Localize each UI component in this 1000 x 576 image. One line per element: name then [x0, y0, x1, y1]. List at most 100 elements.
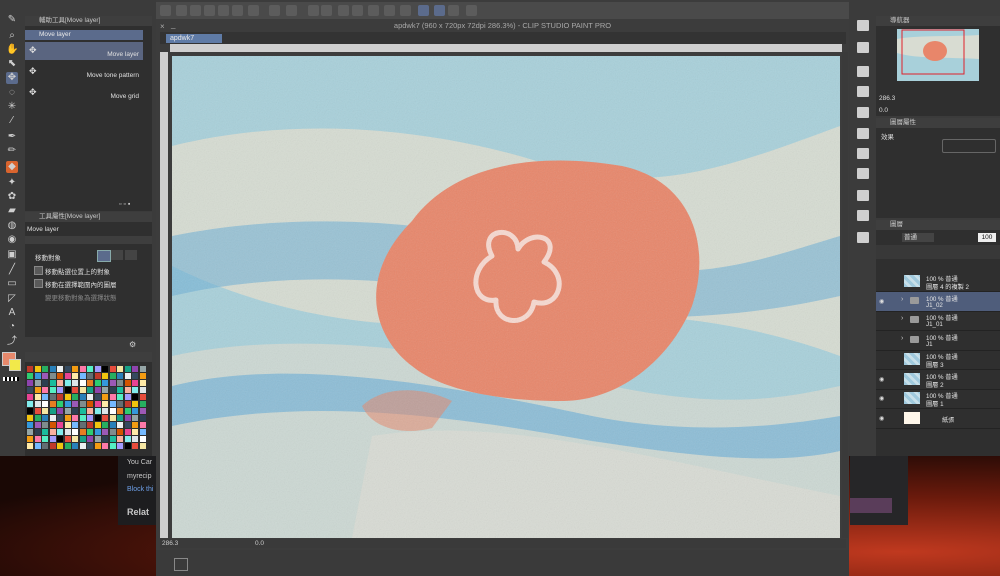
color-swatch[interactable] [109, 429, 116, 435]
color-swatch[interactable] [34, 366, 41, 372]
color-swatch[interactable] [64, 429, 71, 435]
color-swatch[interactable] [139, 429, 146, 435]
color-swatch[interactable] [79, 443, 86, 449]
help-icon[interactable] [466, 5, 477, 16]
blend-tool-icon[interactable]: ◍ [6, 220, 18, 232]
item-bank-icon[interactable] [857, 86, 869, 97]
move-target-grid-button[interactable] [125, 250, 137, 260]
color-swatch[interactable] [27, 387, 33, 393]
brush-settings-icon[interactable] [321, 5, 332, 16]
color-swatch[interactable] [27, 408, 33, 414]
tool-property-icon[interactable] [857, 42, 869, 53]
color-swatch[interactable] [49, 429, 56, 435]
move-target-layer-button[interactable] [97, 250, 111, 262]
color-history-icon[interactable] [857, 168, 869, 179]
color-swatch[interactable] [64, 422, 71, 428]
color-swatch[interactable] [124, 373, 131, 379]
color-swatch[interactable] [124, 366, 131, 372]
color-swatch[interactable] [42, 436, 48, 442]
color-swatch[interactable] [132, 366, 138, 372]
layer-row[interactable]: 100 % 普通 圖層 3 [876, 350, 1000, 370]
color-swatch[interactable] [132, 415, 138, 421]
eraser-tool-icon[interactable]: ▰ [6, 205, 18, 217]
color-swatch[interactable] [72, 380, 78, 386]
layer-search-2-icon[interactable] [857, 232, 869, 243]
deselect-icon[interactable] [368, 5, 379, 16]
color-swatch[interactable] [117, 394, 123, 400]
color-swatch[interactable] [109, 443, 116, 449]
color-swatch[interactable] [94, 387, 101, 393]
tab-apdwk7[interactable]: apdwk7 [166, 34, 222, 43]
sub-color-swatch[interactable] [9, 359, 21, 371]
color-swatch[interactable] [27, 429, 33, 435]
color-swatch[interactable] [79, 394, 86, 400]
color-swatch[interactable] [72, 387, 78, 393]
color-swatch[interactable] [117, 380, 123, 386]
layer-row[interactable]: ◉ 100 % 普通 圖層 2 [876, 370, 1000, 390]
operation-tool-icon[interactable]: ⬉ [6, 58, 18, 70]
color-swatch[interactable] [49, 401, 56, 407]
history-icon[interactable] [857, 128, 869, 139]
color-swatch[interactable] [79, 387, 86, 393]
sub-tool-move-grid[interactable]: ✥ Move grid [25, 84, 143, 102]
color-swatch[interactable] [139, 394, 146, 400]
color-swatch[interactable] [49, 394, 56, 400]
color-swatch[interactable] [42, 394, 48, 400]
color-set-toolbar[interactable] [25, 352, 152, 362]
color-swatch[interactable] [124, 394, 131, 400]
transparent-color-icon[interactable] [3, 377, 19, 381]
color-swatch[interactable] [109, 373, 116, 379]
sub-view-icon[interactable] [857, 190, 869, 201]
color-swatch[interactable] [117, 373, 123, 379]
decoration-tool-icon[interactable]: ✿ [6, 191, 18, 203]
color-swatch[interactable] [57, 415, 63, 421]
color-swatch[interactable] [64, 387, 71, 393]
color-swatch[interactable] [79, 422, 86, 428]
eye-icon[interactable]: ◉ [879, 415, 887, 422]
select-icon[interactable] [352, 5, 363, 16]
color-swatch[interactable] [139, 436, 146, 442]
color-swatch[interactable] [132, 394, 138, 400]
color-swatch[interactable] [87, 422, 93, 428]
layer-row[interactable]: ◉ › 100 % 普通 J1_02 [876, 291, 1000, 312]
color-swatch[interactable] [34, 387, 41, 393]
color-swatch[interactable] [94, 373, 101, 379]
color-swatch[interactable] [87, 373, 93, 379]
color-swatch[interactable] [87, 408, 93, 414]
color-swatch[interactable] [64, 373, 71, 379]
hand-tool-icon[interactable]: ✋ [6, 44, 18, 56]
eye-icon[interactable]: ◉ [879, 376, 887, 383]
color-swatch[interactable] [87, 387, 93, 393]
color-swatch[interactable] [34, 401, 41, 407]
navigator-zoom[interactable]: 286.3 [879, 95, 895, 102]
color-swatch[interactable] [94, 380, 101, 386]
color-swatch[interactable] [109, 366, 116, 372]
color-swatch[interactable] [57, 422, 63, 428]
ruler-tool-icon[interactable]: ◸ [6, 293, 18, 305]
brush-tool-icon[interactable]: ◆ [6, 161, 18, 173]
color-swatch[interactable] [79, 436, 86, 442]
color-swatch[interactable] [117, 415, 123, 421]
color-swatch[interactable] [34, 373, 41, 379]
color-swatch[interactable] [139, 380, 146, 386]
color-swatch[interactable] [132, 387, 138, 393]
frame-tool-icon[interactable]: ▭ [6, 278, 18, 290]
color-swatch[interactable] [139, 387, 146, 393]
color-swatch[interactable] [87, 436, 93, 442]
color-swatch[interactable] [57, 429, 63, 435]
color-swatch[interactable] [87, 429, 93, 435]
color-swatch[interactable] [79, 401, 86, 407]
export-icon[interactable] [232, 5, 243, 16]
color-swatch[interactable] [139, 422, 146, 428]
color-swatch[interactable] [132, 436, 138, 442]
color-swatch[interactable] [57, 394, 63, 400]
color-swatch[interactable] [49, 436, 56, 442]
color-swatch[interactable] [124, 415, 131, 421]
color-swatch[interactable] [72, 429, 78, 435]
color-swatch[interactable] [49, 366, 56, 372]
color-swatch[interactable] [139, 408, 146, 414]
canvas-icon[interactable] [160, 5, 171, 16]
color-swatch[interactable] [102, 380, 108, 386]
expand-icon[interactable]: › [901, 315, 903, 322]
color-swatch[interactable] [117, 436, 123, 442]
